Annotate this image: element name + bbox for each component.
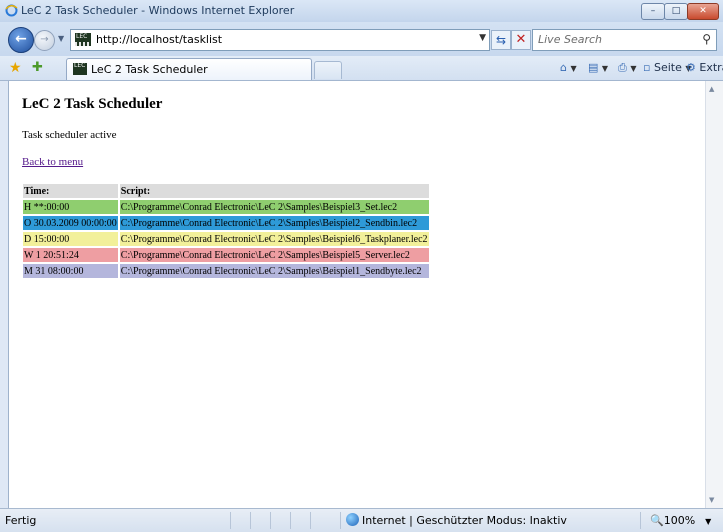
task-script-cell: C:\Programme\Conrad Electronic\LeC 2\Sam…	[119, 248, 429, 262]
status-text: Fertig	[5, 514, 37, 527]
magnifier-icon: 🔍	[650, 514, 664, 527]
home-button[interactable]: ⌂ ▼	[560, 61, 577, 74]
refresh-icon: ⇆	[495, 33, 507, 47]
home-dropdown-icon: ▼	[570, 64, 577, 73]
task-time-cell: D 15:00:00	[23, 232, 118, 246]
tools-menu-button[interactable]: ⚙ Extras	[686, 61, 723, 74]
print-button[interactable]: ⎙ ▼	[618, 61, 636, 75]
scroll-down-icon[interactable]: ▼	[709, 496, 714, 504]
favorites-star-icon[interactable]: ★	[9, 60, 22, 76]
task-script-cell: C:\Programme\Conrad Electronic\LeC 2\Sam…	[119, 264, 429, 278]
window-title: LeC 2 Task Scheduler - Windows Internet …	[21, 4, 295, 17]
feeds-dropdown-icon: ▼	[601, 64, 609, 73]
table-row: D 15:00:00 C:\Programme\Conrad Electronic…	[23, 232, 429, 246]
task-time-cell: O 30.03.2009 00:00:00	[23, 216, 118, 230]
refresh-button[interactable]: ⇆	[491, 30, 511, 50]
task-time-cell: M 31 08:00:00	[23, 264, 118, 278]
forward-arrow-icon: →	[40, 34, 49, 45]
internet-explorer-icon	[5, 4, 18, 17]
maximize-button[interactable]: □	[664, 3, 688, 20]
zoom-level: 100%	[663, 514, 696, 527]
table-row: H **:00:00 C:\Programme\Conrad Electronic…	[23, 200, 429, 214]
task-script-cell: C:\Programme\Conrad Electronic\LeC 2\Sam…	[119, 216, 429, 230]
back-arrow-icon: ←	[15, 31, 27, 47]
site-favicon: LEC	[75, 33, 91, 46]
task-time-cell: W 1 20:51:24	[23, 248, 118, 262]
status-divider	[230, 512, 231, 529]
table-row: W 1 20:51:24 C:\Programme\Conrad Electron…	[23, 248, 429, 262]
page-icon: ▫	[643, 61, 651, 74]
scroll-up-icon[interactable]: ▲	[709, 85, 714, 93]
search-icon[interactable]: ⚲	[702, 32, 711, 46]
table-row: O 30.03.2009 00:00:00 C:\Programme\Conrad…	[23, 216, 429, 230]
feeds-icon: ▤	[588, 61, 599, 74]
add-favorites-icon[interactable]: ✚	[32, 60, 43, 75]
tab-task-scheduler[interactable]: LEC LeC 2 Task Scheduler	[66, 58, 312, 80]
security-zone[interactable]: Internet | Geschützter Modus: Inaktiv	[362, 514, 567, 527]
address-bar[interactable]: LEC http://localhost/tasklist ▼	[70, 29, 490, 51]
time-column-header: Time:	[23, 184, 118, 198]
tab-favicon: LEC	[73, 63, 87, 75]
recent-pages-dropdown[interactable]: ▼	[58, 34, 64, 43]
back-to-menu-link[interactable]: Back to menu	[22, 156, 83, 168]
window-title-bar: LeC 2 Task Scheduler - Windows Internet …	[0, 0, 723, 23]
close-window-button[interactable]: ✕	[687, 3, 719, 20]
status-divider	[250, 512, 251, 529]
feeds-button[interactable]: ▤ ▼	[588, 61, 608, 74]
task-time-cell: H **:00:00	[23, 200, 118, 214]
favicon-stripe	[75, 42, 91, 46]
tab-bar: ★ ✚ LEC LeC 2 Task Scheduler ⌂ ▼ ▤ ▼ ⎙ ▼…	[0, 56, 723, 81]
status-divider	[270, 512, 271, 529]
status-divider	[290, 512, 291, 529]
scheduler-status: Task scheduler active	[22, 129, 117, 141]
page-content: LeC 2 Task Scheduler Task scheduler acti…	[8, 81, 706, 508]
status-divider	[310, 512, 311, 529]
gear-icon: ⚙	[686, 61, 696, 74]
table-header-row: Time: Script:	[23, 184, 429, 198]
stop-icon: ✕	[515, 32, 527, 47]
address-toolbar: ← → ▼ LEC http://localhost/tasklist ▼ ⇆ …	[0, 22, 723, 56]
stop-button[interactable]: ✕	[511, 30, 531, 50]
printer-icon: ⎙	[618, 61, 627, 74]
script-column-header: Script:	[119, 184, 429, 198]
zoom-control[interactable]: 🔍100% ▼	[650, 514, 711, 527]
globe-icon	[346, 513, 359, 526]
forward-button[interactable]: →	[34, 30, 55, 51]
search-input[interactable]: Live Search	[538, 33, 602, 46]
favicon-text: LEC	[76, 33, 88, 40]
search-box[interactable]: Live Search ⚲	[532, 29, 717, 51]
task-script-cell: C:\Programme\Conrad Electronic\LeC 2\Sam…	[119, 232, 429, 246]
minimize-button[interactable]: –	[641, 3, 665, 20]
back-button[interactable]: ←	[8, 27, 34, 53]
status-divider	[340, 512, 341, 529]
address-dropdown-icon[interactable]: ▼	[479, 33, 486, 43]
page-title: LeC 2 Task Scheduler	[22, 96, 163, 112]
address-url[interactable]: http://localhost/tasklist	[96, 33, 222, 46]
status-divider	[640, 512, 641, 529]
new-tab-button[interactable]	[314, 61, 342, 79]
task-script-cell: C:\Programme\Conrad Electronic\LeC 2\Sam…	[119, 200, 429, 214]
tab-label: LeC 2 Task Scheduler	[91, 63, 208, 76]
page-menu-button[interactable]: ▫ Seite ▼	[643, 61, 692, 74]
page-menu-label: Seite	[653, 61, 682, 74]
home-icon: ⌂	[560, 61, 567, 74]
zoom-dropdown-icon: ▼	[705, 517, 712, 526]
task-table: Time: Script: H **:00:00 C:\Programme\Con…	[21, 182, 431, 280]
print-dropdown-icon: ▼	[630, 64, 637, 73]
vertical-scrollbar[interactable]: ▲ ▼	[705, 81, 723, 508]
table-row: M 31 08:00:00 C:\Programme\Conrad Electro…	[23, 264, 429, 278]
status-bar: Fertig Internet | Geschützter Modus: Ina…	[0, 508, 723, 532]
tools-menu-label: Extras	[699, 61, 723, 74]
